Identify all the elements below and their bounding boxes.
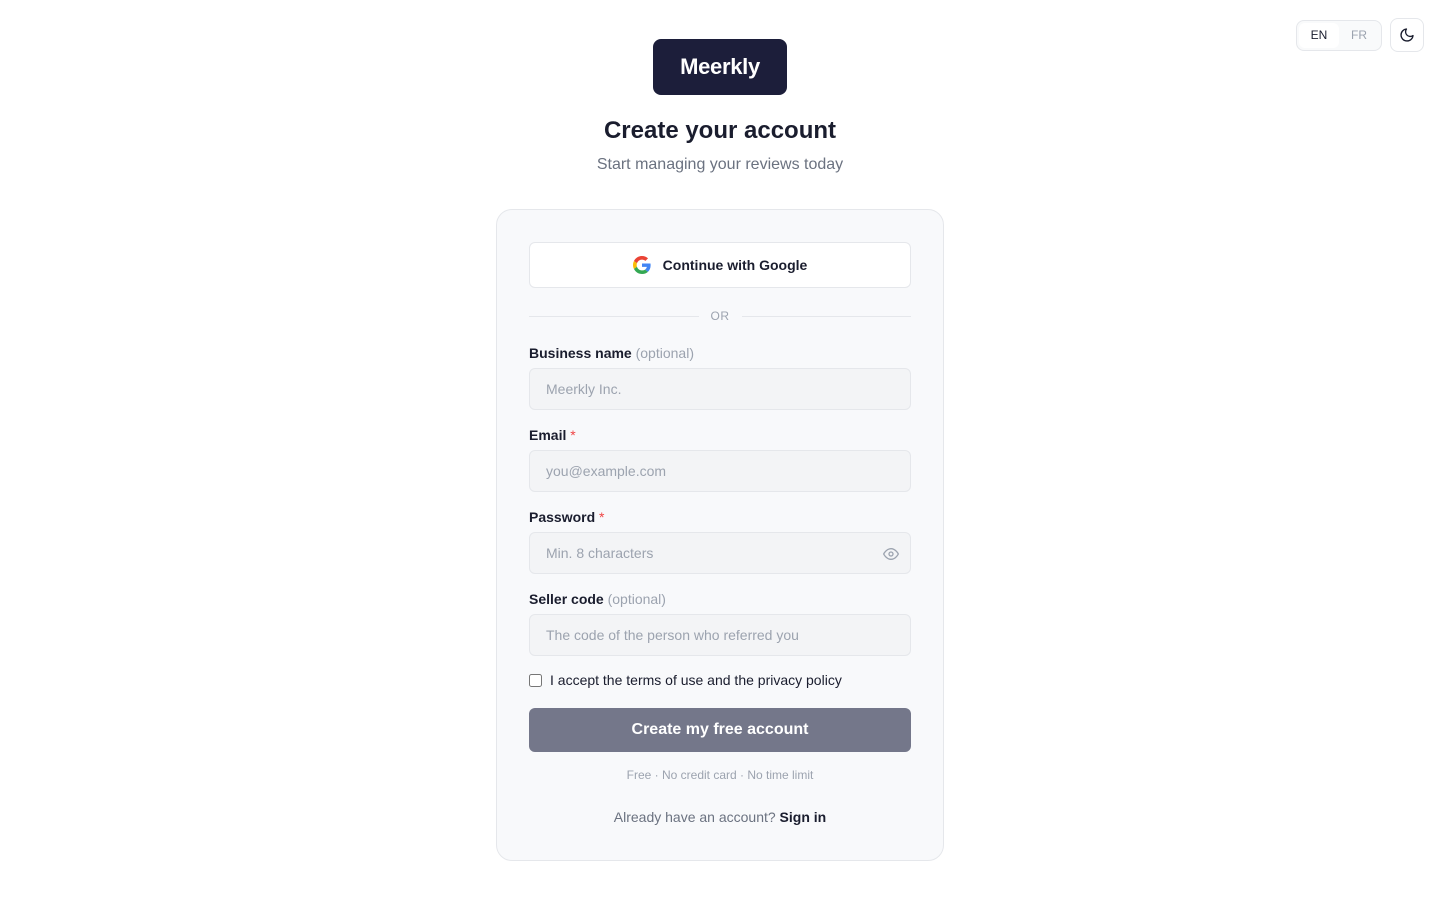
page-subtitle: Start managing your reviews today	[596, 156, 844, 173]
signin-prompt: Already have an account?	[613, 809, 776, 825]
seller-code-input[interactable]	[529, 614, 911, 656]
language-fr-button[interactable]: FR	[1339, 23, 1379, 48]
password-label: Password *	[529, 509, 604, 525]
password-label-text: Password	[529, 509, 596, 525]
signin-row: Already have an account? Sign in	[497, 809, 943, 825]
password-visibility-toggle[interactable]	[881, 544, 901, 564]
seller-code-label-text: Seller code	[529, 591, 604, 607]
language-en-button[interactable]: EN	[1299, 22, 1339, 48]
eye-icon	[883, 548, 899, 560]
required-marker: *	[599, 509, 605, 525]
required-marker: *	[570, 427, 576, 443]
seller-code-label: Seller code (optional)	[529, 591, 666, 607]
terms-label: I accept the terms of use and the privac…	[550, 672, 842, 688]
or-divider: OR	[529, 307, 911, 325]
google-button-label: Continue with Google	[662, 257, 808, 273]
optional-tag: (optional)	[607, 591, 666, 607]
terms-row[interactable]: I accept the terms of use and the privac…	[529, 672, 842, 688]
business-name-label-text: Business name	[529, 345, 632, 361]
free-plan-note: Free · No credit card · No time limit	[626, 768, 814, 782]
divider-line-left	[529, 315, 699, 317]
theme-toggle-button[interactable]	[1390, 18, 1424, 52]
business-name-label: Business name (optional)	[529, 345, 694, 361]
top-controls: EN FR	[1296, 18, 1424, 52]
email-label-text: Email	[529, 427, 567, 443]
create-account-button[interactable]: Create my free account	[529, 708, 911, 752]
email-input[interactable]	[529, 450, 911, 492]
password-input[interactable]	[529, 532, 911, 574]
terms-checkbox[interactable]	[529, 673, 542, 687]
google-icon	[632, 256, 651, 274]
optional-tag: (optional)	[635, 345, 694, 361]
email-label: Email *	[529, 427, 576, 443]
business-name-input[interactable]	[529, 368, 911, 410]
signup-card: Continue with Google OR Business name (o…	[496, 209, 944, 861]
divider-line-right	[741, 315, 911, 317]
signin-link[interactable]: Sign in	[780, 809, 827, 825]
moon-icon	[1400, 28, 1414, 42]
page-title: Create your account	[603, 117, 837, 144]
brand-logo: Meerkly	[653, 39, 787, 95]
divider-text: OR	[710, 309, 730, 323]
language-switcher: EN FR	[1296, 19, 1382, 51]
google-signin-button[interactable]: Continue with Google	[529, 242, 911, 288]
